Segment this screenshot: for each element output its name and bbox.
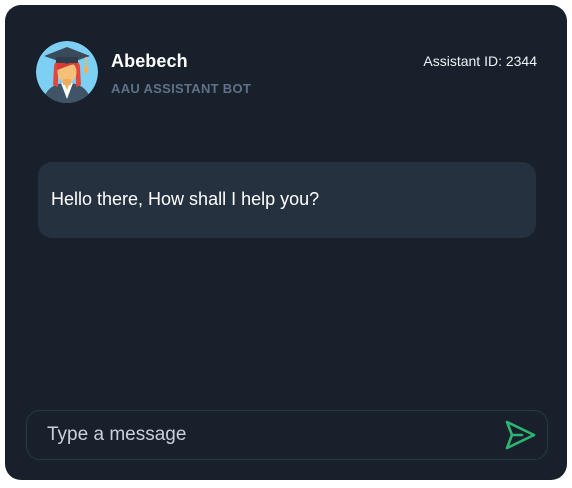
graduate-avatar-icon <box>36 41 98 103</box>
avatar <box>36 41 98 103</box>
bot-subtitle: AAU ASSISTANT BOT <box>111 81 252 96</box>
assistant-id: Assistant ID: 2344 <box>423 53 537 69</box>
bot-name: Abebech <box>111 51 188 71</box>
chat-window: Abebech AAU ASSISTANT BOT Assistant ID: … <box>5 5 567 480</box>
message-composer <box>26 410 548 460</box>
send-button[interactable] <box>503 419 537 451</box>
message-text: Hello there, How shall I help you? <box>51 189 320 209</box>
send-icon <box>505 420 536 450</box>
message-input[interactable] <box>47 411 487 459</box>
bot-message-bubble: Hello there, How shall I help you? <box>38 162 536 238</box>
